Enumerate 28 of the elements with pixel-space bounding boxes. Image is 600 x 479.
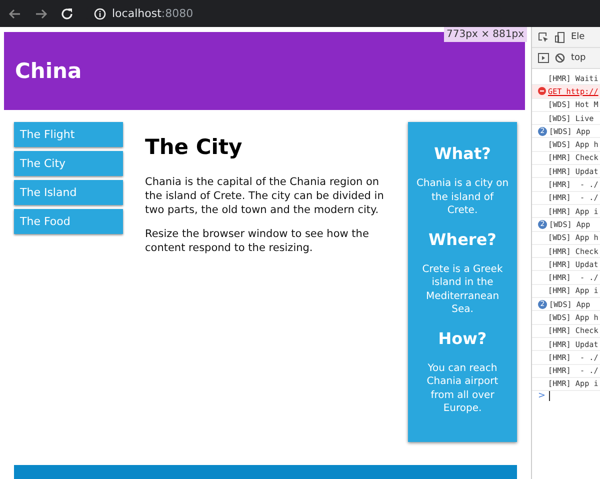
- console-prompt[interactable]: >: [538, 391, 546, 402]
- clear-icon[interactable]: [555, 53, 565, 63]
- sidebar-toggle-icon[interactable]: [538, 53, 549, 63]
- reload-icon[interactable]: [60, 6, 74, 20]
- paragraph: Chania is the capital of the Chania region on the island of Crete. The city can be divided in two parts, the old town and the modern city.: [145, 175, 385, 217]
- menu-item[interactable]: The City: [14, 151, 123, 176]
- inspect-icon[interactable]: [538, 32, 549, 42]
- paragraph: Resize the browser window to see how the content respond to the resizing.: [145, 227, 370, 255]
- size-tooltip: 773px × 881px: [444, 27, 527, 42]
- site-title: China: [15, 59, 82, 83]
- context-selector[interactable]: top: [571, 53, 586, 63]
- menu-item[interactable]: The Island: [14, 180, 123, 205]
- menu-item[interactable]: The Flight: [14, 122, 123, 147]
- panel-text: You can reach Chania airport from all over Europe.: [426, 362, 500, 416]
- panel-text: Crete is a Greek island in the Mediterranean Sea.: [421, 262, 504, 316]
- device-icon[interactable]: [555, 32, 565, 42]
- page-heading: The City: [145, 135, 244, 159]
- forward-icon[interactable]: [34, 6, 48, 20]
- back-icon[interactable]: [8, 6, 22, 20]
- panel-heading: Where?: [428, 230, 496, 248]
- menu-item[interactable]: The Food: [14, 209, 123, 234]
- info-icon[interactable]: [94, 8, 106, 20]
- elements-tab[interactable]: Ele: [571, 32, 585, 42]
- panel-text: Chania is a city on the island of Crete.: [416, 177, 509, 218]
- panel-heading: What?: [434, 144, 491, 163]
- error-icon: [538, 87, 546, 96]
- panel-heading: How?: [438, 328, 487, 348]
- url-text: localhost:8080: [112, 7, 194, 20]
